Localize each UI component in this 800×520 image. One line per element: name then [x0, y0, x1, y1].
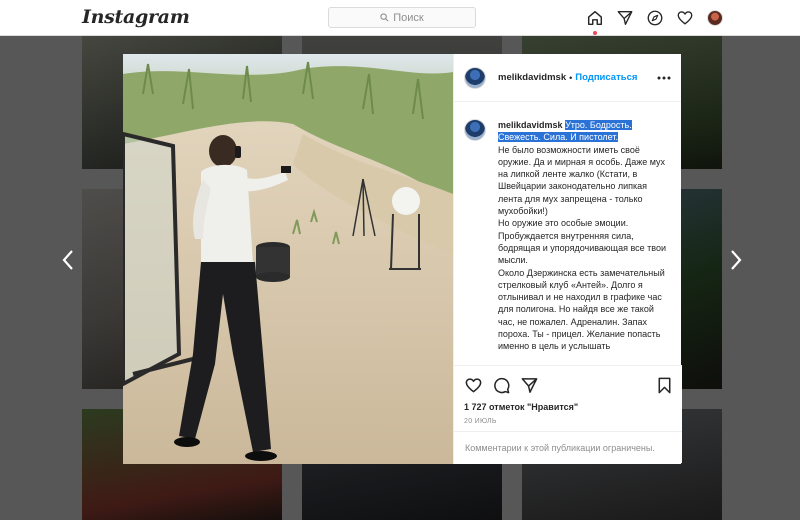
comment-button[interactable]	[490, 374, 512, 396]
post-photo[interactable]	[123, 54, 453, 464]
heart-icon	[465, 377, 481, 392]
heart-icon	[677, 11, 693, 25]
caption-area[interactable]: melikdavidmsk Утро. Бодрость. Свежесть. …	[454, 103, 682, 365]
explore-icon	[647, 10, 663, 26]
save-button[interactable]	[653, 374, 675, 396]
share-button[interactable]	[518, 374, 540, 396]
share-icon	[521, 377, 537, 393]
previous-post-button[interactable]	[60, 248, 76, 272]
home-button[interactable]	[584, 7, 606, 35]
top-navigation: Instagram Поиск	[0, 0, 800, 36]
instagram-logo[interactable]: Instagram	[82, 6, 190, 28]
like-button[interactable]	[462, 374, 484, 396]
caption-text: melikdavidmsk Утро. Бодрость. Свежесть. …	[498, 119, 670, 353]
more-options-icon[interactable]	[657, 73, 671, 83]
post-sidebar: melikdavidmsk • Подписаться melikdavidms…	[453, 54, 682, 464]
header-separator: •	[569, 72, 573, 83]
comments-disabled-notice: Комментарии к этой публикации ограничены…	[454, 431, 682, 464]
author-username[interactable]: melikdavidmsk	[498, 72, 566, 83]
likes-count[interactable]: 1 727 отметок "Нравится"	[464, 402, 578, 412]
search-placeholder: Поиск	[393, 11, 424, 24]
caption-author-avatar[interactable]	[464, 119, 486, 141]
direct-button[interactable]	[614, 7, 636, 29]
follow-button[interactable]: Подписаться	[575, 72, 637, 83]
activity-button[interactable]	[674, 7, 696, 29]
search-box[interactable]: Поиск	[328, 7, 476, 28]
post-header: melikdavidmsk • Подписаться	[454, 54, 681, 102]
notification-dot	[593, 31, 597, 35]
chevron-left-icon	[62, 250, 73, 270]
shooting-range-photo	[123, 54, 453, 464]
post-actions: 1 727 отметок "Нравится" 20 ИЮЛЬ Коммент…	[454, 365, 682, 463]
explore-button[interactable]	[644, 7, 666, 29]
profile-button[interactable]	[704, 7, 726, 29]
bookmark-icon	[658, 377, 670, 393]
post-modal: melikdavidmsk • Подписаться melikdavidms…	[123, 54, 682, 464]
profile-avatar	[707, 10, 723, 26]
author-avatar[interactable]	[464, 66, 486, 89]
post-date[interactable]: 20 ИЮЛЬ	[464, 418, 497, 425]
caption-body: Не было возможности иметь своё оружие. Д…	[498, 144, 666, 352]
home-icon	[587, 10, 603, 26]
chevron-right-icon	[731, 250, 742, 270]
direct-icon	[617, 11, 633, 25]
comment-icon	[493, 377, 510, 393]
next-post-button[interactable]	[728, 248, 744, 272]
search-icon	[380, 13, 389, 22]
caption-username[interactable]: melikdavidmsk	[498, 120, 563, 130]
